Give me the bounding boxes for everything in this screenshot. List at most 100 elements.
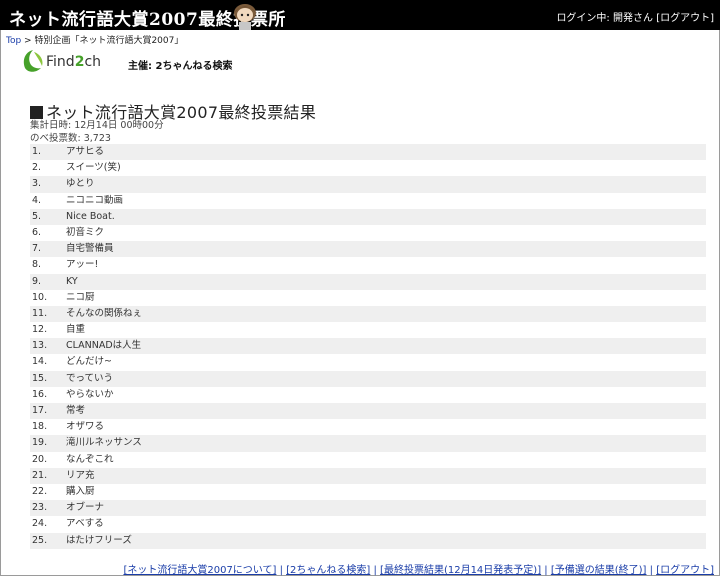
breadcrumb-top-link[interactable]: Top <box>6 36 21 46</box>
rank-term: オザワる <box>66 421 105 433</box>
square-bullet-icon <box>30 106 43 119</box>
rank-number: 11. <box>32 307 48 319</box>
rank-term: リア充 <box>66 469 95 481</box>
list-item: 18. オザワる <box>30 419 706 435</box>
rank-number: 7. <box>32 243 42 255</box>
rank-term: はたけフリーズ <box>66 534 132 546</box>
rank-number: 22. <box>32 485 48 497</box>
rank-number: 6. <box>32 226 42 238</box>
footer-separator: | <box>541 565 551 576</box>
login-area: ログイン中: 開発さん [ログアウト] <box>556 9 714 24</box>
rank-number: 4. <box>32 194 42 206</box>
rank-number: 12. <box>32 324 48 336</box>
list-item: 19. 滝川ルネッサンス <box>30 435 706 452</box>
footer-link[interactable]: [2ちゃんねる検索] <box>286 565 370 576</box>
list-item: 21. リア充 <box>30 467 706 484</box>
rank-term: スイーツ(笑) <box>66 162 121 174</box>
rank-term: そんなの関係ねぇ <box>66 307 143 319</box>
rank-number: 15. <box>32 372 48 384</box>
breadcrumb: Top > 特別企画「ネット流行語大賞2007」 <box>6 33 183 46</box>
list-item: 20. なんぞこれ <box>30 452 706 468</box>
rank-term: KY <box>66 275 78 287</box>
rank-term: ゆとり <box>66 178 95 190</box>
rank-number: 25. <box>32 534 48 546</box>
list-item: 4. ニコニコ動画 <box>30 193 706 209</box>
rank-term: 購入厨 <box>66 485 95 497</box>
rank-number: 2. <box>32 162 42 174</box>
list-item: 7. 自宅警備員 <box>30 241 706 258</box>
list-item: 2. スイーツ(笑) <box>30 160 706 176</box>
rank-term: なんぞこれ <box>66 453 114 465</box>
rank-term: 滝川ルネッサンス <box>66 437 142 449</box>
ranking-list: 1. アサヒる 2. スイーツ(笑) 3. ゆとり 4. ニコニコ動画 5. Nice Boat.… <box>30 144 706 549</box>
list-item: 6. 初音ミク <box>30 225 706 241</box>
site-header: ネット流行語大賞2007最終投票所 ログイン中: 開発さん [ログアウト] <box>0 0 720 30</box>
rank-term: アッー! <box>66 259 99 271</box>
rank-number: 10. <box>32 291 48 303</box>
list-item: 24. アベする <box>30 516 706 532</box>
rank-number: 5. <box>32 210 42 222</box>
rank-term: やらないか <box>66 388 114 400</box>
rank-number: 3. <box>32 178 42 190</box>
login-status: ログイン中: 開発さん <box>556 13 653 24</box>
footer-link[interactable]: [ログアウト] <box>656 565 714 576</box>
rank-number: 9. <box>32 275 42 287</box>
list-item: 11. そんなの関係ねぇ <box>30 305 706 323</box>
rank-number: 14. <box>32 356 48 368</box>
footer-link[interactable]: [最終投票結果(12月14日発表予定)] <box>380 565 541 576</box>
list-item: 5. Nice Boat. <box>30 208 706 225</box>
rank-term: オブーナ <box>66 502 105 514</box>
tally-date: 集計日時: 12月14日 00時00分 <box>30 120 164 131</box>
list-item: 12. 自重 <box>30 322 706 338</box>
rank-term: アベする <box>66 518 104 530</box>
rank-number: 8. <box>32 259 42 271</box>
rank-term: ニコ厨 <box>66 291 95 303</box>
rank-term: 初音ミク <box>66 226 105 238</box>
list-item: 23. オブーナ <box>30 500 706 517</box>
list-item: 8. アッー! <box>30 257 706 273</box>
list-item: 1. アサヒる <box>30 144 706 161</box>
rank-number: 23. <box>32 502 48 514</box>
list-item: 10. ニコ厨 <box>30 290 706 306</box>
footer-link[interactable]: [ネット流行語大賞2007について] <box>123 565 276 576</box>
footer-link[interactable]: [予備選の結果(終了)] <box>551 565 647 576</box>
breadcrumb-current: 特別企画「ネット流行語大賞2007」 <box>34 36 184 46</box>
breadcrumb-separator: > <box>21 36 35 46</box>
rank-number: 24. <box>32 518 48 530</box>
rank-term: アサヒる <box>66 146 105 157</box>
rank-term: ニコニコ動画 <box>66 194 124 206</box>
rank-term: Nice Boat. <box>66 210 115 222</box>
list-item: 14. どんだけ~ <box>30 354 706 370</box>
rank-term: 常考 <box>66 405 86 416</box>
footer-separator: | <box>370 565 381 576</box>
rank-number: 13. <box>32 340 48 352</box>
list-item: 22. 購入厨 <box>30 484 706 500</box>
rank-number: 18. <box>32 421 48 433</box>
rank-number: 19. <box>32 437 48 449</box>
rank-number: 21. <box>32 469 48 481</box>
rank-term: 自重 <box>66 324 86 336</box>
find2ch-logo-text: Find2ch <box>46 54 102 70</box>
rank-number: 1. <box>32 146 42 157</box>
list-item: 13. CLANNADは人生 <box>30 338 706 355</box>
rank-term: CLANNADは人生 <box>66 340 142 352</box>
rank-number: 16. <box>32 388 48 400</box>
footer-links: [ネット流行語大賞2007について] | [2ちゃんねる検索] | [最終投票結… <box>123 561 714 576</box>
sponsor-label: 主催: 2ちゃんねる検索 <box>128 61 233 72</box>
rank-term: でっていう <box>66 372 114 384</box>
rank-term: どんだけ~ <box>66 356 112 368</box>
footer-separator: | <box>646 565 657 576</box>
list-item: 3. ゆとり <box>30 176 706 193</box>
mascot-icon <box>234 4 256 30</box>
rank-term: 自宅警備員 <box>66 243 114 255</box>
footer-separator: | <box>276 565 287 576</box>
find2ch-logo[interactable]: Find2ch 主催: 2ちゃんねる検索 <box>20 48 240 76</box>
list-item: 25. はたけフリーズ <box>30 532 706 549</box>
list-item: 9. KY <box>30 273 706 290</box>
list-item: 16. やらないか <box>30 387 706 403</box>
find2ch-leaf-icon <box>23 50 43 72</box>
rank-number: 17. <box>32 405 48 416</box>
list-item: 17. 常考 <box>30 403 706 420</box>
results-meta: 集計日時: 12月14日 00時00分 のべ投票数: 3,723 <box>30 119 164 145</box>
logout-link[interactable]: [ログアウト] <box>656 13 714 24</box>
